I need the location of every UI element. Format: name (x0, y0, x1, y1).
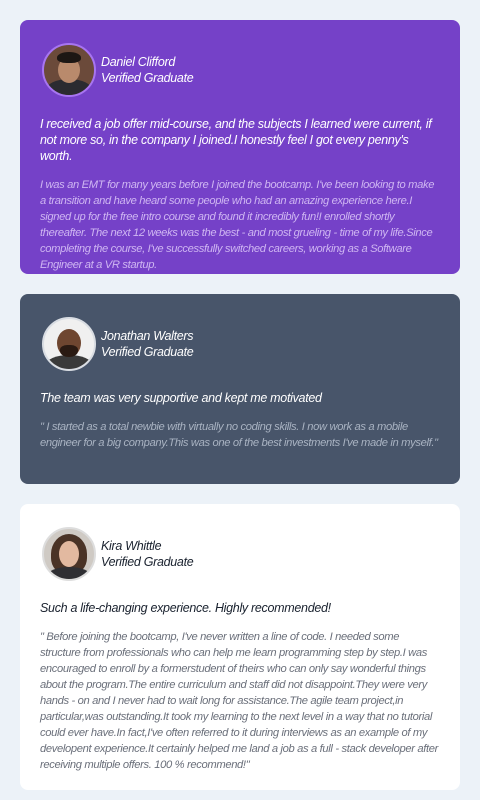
testimonial-card-kira: Kira Whittle Verified Graduate Such a li… (20, 504, 460, 790)
author-row: Kira Whittle Verified Graduate (40, 525, 440, 583)
avatar-face (59, 541, 79, 567)
avatar (42, 527, 96, 581)
testimonial-headline: The team was very supportive and kept me… (40, 391, 322, 405)
testimonial-card-daniel: Daniel Clifford Verified Graduate I rece… (20, 20, 460, 274)
avatar-hair (57, 52, 81, 63)
testimonial-body: I was an EMT for many years before I joi… (40, 179, 435, 271)
author-info: Jonathan Walters Verified Graduate (101, 328, 194, 360)
author-name: Daniel Clifford (101, 55, 176, 69)
author-row: Daniel Clifford Verified Graduate (40, 41, 440, 99)
avatar-shoulders (47, 567, 91, 579)
author-status: Verified Graduate (101, 345, 194, 359)
author-name: Kira Whittle (101, 539, 162, 553)
testimonial-headline: Such a life-changing experience. Highly … (40, 601, 331, 615)
author-info: Daniel Clifford Verified Graduate (101, 54, 194, 86)
author-row: Jonathan Walters Verified Graduate (40, 315, 440, 373)
avatar (42, 317, 96, 371)
avatar-shoulders (46, 355, 92, 369)
author-name: Jonathan Walters (101, 329, 194, 343)
author-status: Verified Graduate (101, 555, 194, 569)
author-info: Kira Whittle Verified Graduate (101, 538, 194, 570)
testimonial-body: " Before joining the bootcamp, I've neve… (40, 631, 438, 771)
testimonial-card-jonathan: Jonathan Walters Verified Graduate The t… (20, 294, 460, 484)
testimonial-body: " I started as a total newbie with virtu… (40, 421, 438, 449)
testimonial-headline: I received a job offer mid-course, and t… (40, 117, 432, 163)
avatar-hair (60, 345, 78, 357)
author-status: Verified Graduate (101, 71, 194, 85)
avatar (42, 43, 96, 97)
